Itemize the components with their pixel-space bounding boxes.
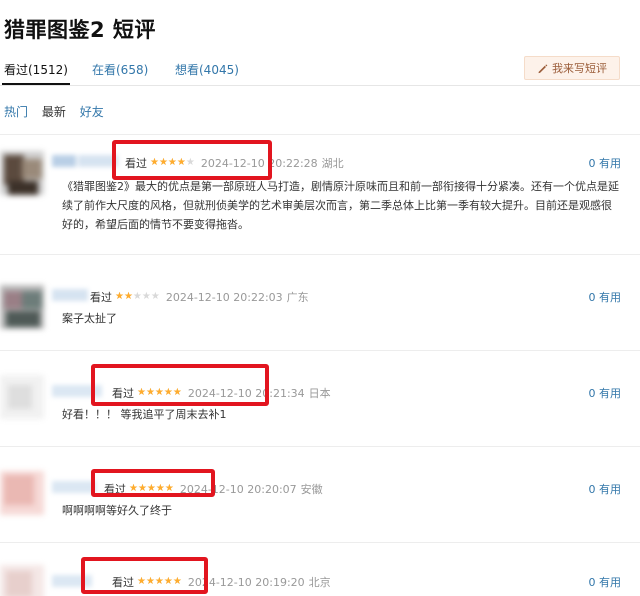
username[interactable] [52,575,92,587]
username[interactable] [52,155,118,167]
star-rating: ★★★★★ ★★★★★ [115,291,160,302]
comment-meta: 看过 ★★★★★ ★★★★★ 2024-12-10 20:19:20 北京 [112,574,331,590]
star-rating: ★★★★★ ★★★★★ [129,483,174,494]
comment-location: 湖北 [321,157,344,170]
sort-friends[interactable]: 好友 [80,105,104,119]
pencil-icon [538,63,548,73]
sort-hot[interactable]: 热门 [4,105,28,119]
comment-item: 看过 ★★★★★ ★★★★★ 2024-12-10 20:22:28 湖北 0 … [0,134,640,254]
tab-watched[interactable]: 看过(1512) [2,61,70,85]
comment-text: 好看！！！ 等我追平了周末去补1 [62,408,227,421]
sort-options: 热门 最新 好友 [4,103,114,120]
comment-item: 看过 ★★★★★ ★★★★★ 2024-12-10 20:20:07 安徽 0 … [0,446,640,542]
watch-status: 看过 [104,483,126,496]
avatar[interactable] [0,565,44,596]
comment-meta: 看过 ★★★★★ ★★★★★ 2024-12-10 20:22:28 湖北 [125,155,344,171]
watch-status: 看过 [125,157,147,170]
comment-meta: 看过 ★★★★★ ★★★★★ 2024-12-10 20:22:03 广东 [90,289,309,305]
watch-status: 看过 [112,576,134,589]
comment-item: 看过 ★★★★★ ★★★★★ 2024-12-10 20:22:03 广东 0 … [0,254,640,350]
comment-meta: 看过 ★★★★★ ★★★★★ 2024-12-10 20:20:07 安徽 [104,481,323,497]
avatar[interactable] [0,151,44,195]
useful-vote-button[interactable]: 0 有用 [589,481,622,497]
comment-time: 2024-12-10 20:22:03 [165,290,283,304]
comment-location: 北京 [308,576,331,589]
comment-meta: 看过 ★★★★★ ★★★★★ 2024-12-10 20:21:34 日本 [112,385,331,401]
write-review-button[interactable]: 我来写短评 [524,56,620,80]
username[interactable] [52,385,102,397]
watch-status: 看过 [112,387,134,400]
tab-want-to-watch[interactable]: 想看(4045) [175,61,239,78]
useful-vote-button[interactable]: 0 有用 [589,574,622,590]
comment-location: 安徽 [300,483,323,496]
username[interactable] [52,289,88,301]
watch-status: 看过 [90,291,112,304]
comment-time: 2024-12-10 20:22:28 [200,156,318,170]
star-rating: ★★★★★ ★★★★★ [150,157,195,168]
comment-location: 日本 [308,387,331,400]
avatar[interactable] [0,471,44,515]
comment-text: 案子太扯了 [62,312,117,325]
useful-vote-button[interactable]: 0 有用 [589,385,622,401]
comment-text: 啊啊啊啊等好久了终于 [62,504,172,517]
comment-item: 看过 ★★★★★ ★★★★★ 2024-12-10 20:21:34 日本 0 … [0,350,640,446]
username[interactable] [52,481,96,493]
comment-time: 2024-12-10 20:21:34 [187,386,305,400]
useful-vote-button[interactable]: 0 有用 [589,155,622,171]
tab-watching[interactable]: 在看(658) [92,61,148,78]
star-rating: ★★★★★ ★★★★★ [137,576,182,587]
comment-time: 2024-12-10 20:19:20 [187,575,305,589]
sort-latest[interactable]: 最新 [42,105,66,119]
avatar[interactable] [0,375,44,419]
avatar[interactable] [0,285,44,329]
comment-location: 广东 [286,291,309,304]
page-title: 猎罪图鉴2 短评 [4,18,156,42]
star-rating: ★★★★★ ★★★★★ [137,387,182,398]
comment-time: 2024-12-10 20:20:07 [179,482,297,496]
comment-item: 看过 ★★★★★ ★★★★★ 2024-12-10 20:19:20 北京 0 … [0,542,640,596]
write-review-label: 我来写短评 [552,62,607,75]
comment-text: 《猎罪图鉴2》最大的优点是第一部原班人马打造，剧情原汁原味而且和前一部衔接得十分… [62,180,619,231]
useful-vote-button[interactable]: 0 有用 [589,289,622,305]
